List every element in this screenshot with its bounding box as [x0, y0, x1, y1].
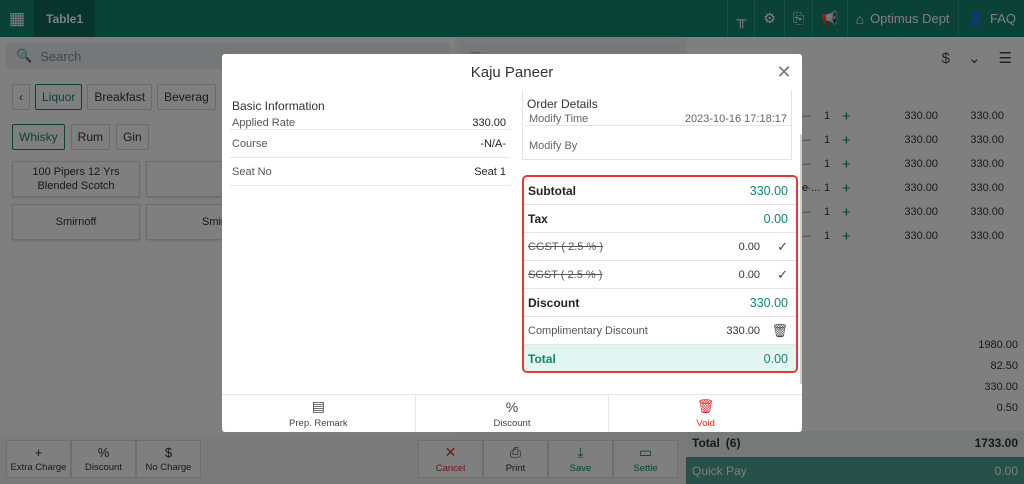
- complimentary-discount-value: 330.00: [726, 324, 760, 337]
- applied-rate-row: Applied Rate 330.00: [230, 118, 510, 130]
- cgst-row: CGST ( 2.5 % ) 0.00 ✓: [524, 233, 796, 261]
- message-icon: ▤: [311, 398, 325, 414]
- modify-by-label: Modify By: [529, 140, 578, 152]
- modal-footer: ▤ Prep. Remark % Discount 🗑 Void: [222, 394, 802, 432]
- modal-discount-label: Discount: [493, 417, 531, 429]
- subtotal-row: Subtotal 330.00: [524, 177, 796, 205]
- prep-remark-label: Prep. Remark: [289, 418, 348, 429]
- modify-time-label: Modify Time: [529, 114, 589, 125]
- void-button[interactable]: 🗑 Void: [609, 395, 802, 432]
- subtotal-value: 330.00: [749, 183, 788, 198]
- item-details-modal: Kaju Paneer ✕ Basic Information Applied …: [222, 54, 802, 432]
- order-details-title: Order Details: [527, 97, 598, 111]
- price-breakdown-box: Subtotal 330.00 Tax 0.00 CGST ( 2.5 % ) …: [522, 175, 798, 373]
- modify-time-value: 2023-10-16 17:18:17: [684, 114, 787, 125]
- prep-remark-button[interactable]: ▤ Prep. Remark: [222, 395, 416, 432]
- item-total-label: Total: [528, 352, 556, 366]
- tax-value: 0.00: [763, 211, 788, 226]
- subtotal-label: Subtotal: [528, 183, 576, 198]
- discount-row: Discount 330.00: [524, 289, 796, 317]
- void-label: Void: [696, 418, 715, 429]
- tax-row: Tax 0.00: [524, 205, 796, 233]
- cgst-value: 0.00: [738, 240, 760, 253]
- modal-discount-button[interactable]: % Discount: [416, 395, 610, 432]
- seat-label: Seat No: [232, 165, 272, 178]
- complimentary-discount-row: Complimentary Discount 330.00 🗑: [524, 317, 796, 345]
- modify-by-row: Modify By: [525, 134, 791, 158]
- check-icon[interactable]: ✓: [766, 267, 788, 283]
- trash-icon: 🗑: [696, 398, 715, 414]
- modify-time-row: Modify Time 2023-10-16 17:18:17: [525, 114, 791, 126]
- complimentary-discount-label: Complimentary Discount: [528, 324, 648, 337]
- course-value: -N/A-: [480, 137, 506, 150]
- discount-label: Discount: [528, 295, 580, 310]
- sgst-value: 0.00: [738, 268, 760, 281]
- course-label: Course: [232, 137, 268, 150]
- close-icon[interactable]: ✕: [774, 62, 794, 83]
- trash-icon[interactable]: 🗑: [766, 323, 788, 339]
- percent-icon: %: [505, 398, 519, 415]
- item-total-value: 0.00: [763, 352, 788, 366]
- basic-info-list: Applied Rate 330.00 Course -N/A- Seat No…: [230, 118, 510, 186]
- applied-rate-label: Applied Rate: [232, 118, 295, 129]
- modal-title: Kaju Paneer: [470, 63, 554, 81]
- seat-row: Seat No Seat 1: [230, 158, 510, 186]
- applied-rate-value: 330.00: [472, 118, 506, 129]
- tax-label: Tax: [528, 211, 548, 226]
- discount-value: 330.00: [749, 295, 788, 310]
- seat-value: Seat 1: [474, 165, 506, 178]
- basic-info-title: Basic Information: [232, 99, 325, 113]
- check-icon[interactable]: ✓: [766, 239, 788, 255]
- sgst-row: SGST ( 2.5 % ) 0.00 ✓: [524, 261, 796, 289]
- item-total-row: Total 0.00: [524, 345, 796, 371]
- sgst-label: SGST ( 2.5 % ): [528, 268, 603, 281]
- scrollbar[interactable]: [800, 134, 802, 384]
- cgst-label: CGST ( 2.5 % ): [528, 240, 603, 253]
- course-row: Course -N/A-: [230, 130, 510, 158]
